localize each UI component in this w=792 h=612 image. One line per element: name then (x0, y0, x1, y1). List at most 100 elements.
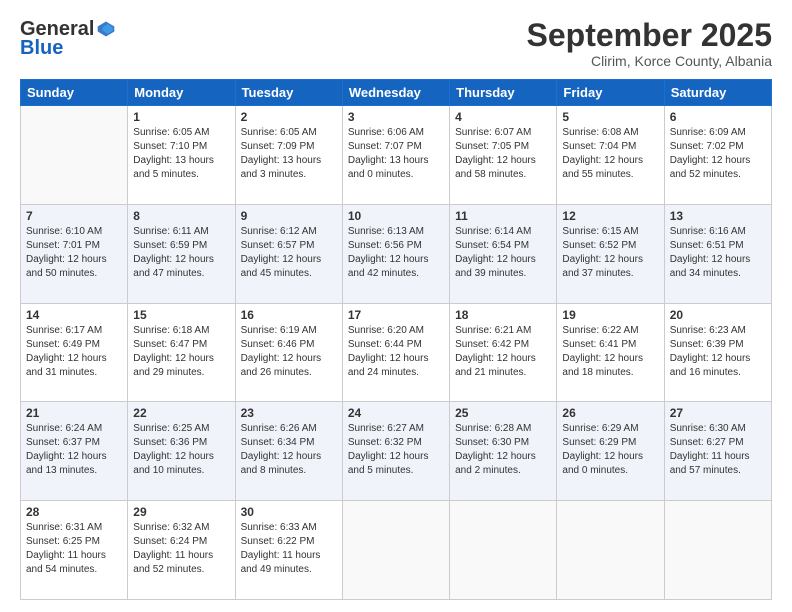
page: General Blue September 2025 Clirim, Korc… (0, 0, 792, 612)
cell-content: Sunrise: 6:26 AMSunset: 6:34 PMDaylight:… (241, 422, 337, 478)
day-number: 28 (26, 505, 122, 519)
cell-content: Sunrise: 6:07 AMSunset: 7:05 PMDaylight:… (455, 126, 551, 182)
cell-content: Sunrise: 6:17 AMSunset: 6:49 PMDaylight:… (26, 324, 122, 380)
day-cell (557, 501, 664, 600)
day-cell: 16 Sunrise: 6:19 AMSunset: 6:46 PMDayligh… (235, 303, 342, 402)
day-number: 18 (455, 308, 551, 322)
cell-content: Sunrise: 6:23 AMSunset: 6:39 PMDaylight:… (670, 324, 766, 380)
cell-content: Sunrise: 6:16 AMSunset: 6:51 PMDaylight:… (670, 225, 766, 281)
location-title: Clirim, Korce County, Albania (527, 53, 772, 69)
day-number: 27 (670, 406, 766, 420)
cell-content: Sunrise: 6:05 AMSunset: 7:09 PMDaylight:… (241, 126, 337, 182)
day-number: 24 (348, 406, 444, 420)
cell-content: Sunrise: 6:32 AMSunset: 6:24 PMDaylight:… (133, 521, 229, 577)
day-cell: 21 Sunrise: 6:24 AMSunset: 6:37 PMDayligh… (21, 402, 128, 501)
day-cell (450, 501, 557, 600)
day-cell: 10 Sunrise: 6:13 AMSunset: 6:56 PMDayligh… (342, 204, 449, 303)
cell-content: Sunrise: 6:14 AMSunset: 6:54 PMDaylight:… (455, 225, 551, 281)
day-number: 23 (241, 406, 337, 420)
day-number: 14 (26, 308, 122, 322)
cell-content: Sunrise: 6:11 AMSunset: 6:59 PMDaylight:… (133, 225, 229, 281)
day-header-monday: Monday (128, 80, 235, 106)
day-cell: 12Sunrise: 6:15 AMSunset: 6:52 PMDayligh… (557, 204, 664, 303)
day-cell: 8 Sunrise: 6:11 AMSunset: 6:59 PMDaylight… (128, 204, 235, 303)
day-cell: 3 Sunrise: 6:06 AMSunset: 7:07 PMDaylight… (342, 106, 449, 205)
day-number: 16 (241, 308, 337, 322)
day-number: 30 (241, 505, 337, 519)
cell-content: Sunrise: 6:20 AMSunset: 6:44 PMDaylight:… (348, 324, 444, 380)
day-number: 25 (455, 406, 551, 420)
day-number: 26 (562, 406, 658, 420)
day-cell: 24 Sunrise: 6:27 AMSunset: 6:32 PMDayligh… (342, 402, 449, 501)
day-cell: 17Sunrise: 6:20 AMSunset: 6:44 PMDayligh… (342, 303, 449, 402)
day-cell (342, 501, 449, 600)
week-row-4: 21 Sunrise: 6:24 AMSunset: 6:37 PMDayligh… (21, 402, 772, 501)
day-cell: 11 Sunrise: 6:14 AMSunset: 6:54 PMDayligh… (450, 204, 557, 303)
logo: General Blue (20, 18, 116, 60)
day-cell: 13 Sunrise: 6:16 AMSunset: 6:51 PMDayligh… (664, 204, 771, 303)
day-number: 11 (455, 209, 551, 223)
day-cell: 14 Sunrise: 6:17 AMSunset: 6:49 PMDayligh… (21, 303, 128, 402)
day-number: 13 (670, 209, 766, 223)
cell-content: Sunrise: 6:09 AMSunset: 7:02 PMDaylight:… (670, 126, 766, 182)
day-header-friday: Friday (557, 80, 664, 106)
day-number: 8 (133, 209, 229, 223)
day-number: 5 (562, 110, 658, 124)
header-row: SundayMondayTuesdayWednesdayThursdayFrid… (21, 80, 772, 106)
cell-content: Sunrise: 6:30 AMSunset: 6:27 PMDaylight:… (670, 422, 766, 478)
day-number: 9 (241, 209, 337, 223)
day-number: 2 (241, 110, 337, 124)
day-number: 3 (348, 110, 444, 124)
day-cell: 26Sunrise: 6:29 AMSunset: 6:29 PMDayligh… (557, 402, 664, 501)
day-cell: 22Sunrise: 6:25 AMSunset: 6:36 PMDayligh… (128, 402, 235, 501)
calendar-table: SundayMondayTuesdayWednesdayThursdayFrid… (20, 79, 772, 600)
day-cell: 6 Sunrise: 6:09 AMSunset: 7:02 PMDaylight… (664, 106, 771, 205)
day-cell: 9Sunrise: 6:12 AMSunset: 6:57 PMDaylight… (235, 204, 342, 303)
day-number: 20 (670, 308, 766, 322)
day-cell: 1Sunrise: 6:05 AMSunset: 7:10 PMDaylight… (128, 106, 235, 205)
day-cell (21, 106, 128, 205)
cell-content: Sunrise: 6:24 AMSunset: 6:37 PMDaylight:… (26, 422, 122, 478)
day-header-thursday: Thursday (450, 80, 557, 106)
day-cell: 5 Sunrise: 6:08 AMSunset: 7:04 PMDaylight… (557, 106, 664, 205)
cell-content: Sunrise: 6:25 AMSunset: 6:36 PMDaylight:… (133, 422, 229, 478)
logo-blue-text: Blue (20, 37, 63, 60)
day-number: 15 (133, 308, 229, 322)
cell-content: Sunrise: 6:13 AMSunset: 6:56 PMDaylight:… (348, 225, 444, 281)
day-number: 10 (348, 209, 444, 223)
day-number: 6 (670, 110, 766, 124)
day-cell (664, 501, 771, 600)
day-cell: 20 Sunrise: 6:23 AMSunset: 6:39 PMDayligh… (664, 303, 771, 402)
week-row-2: 7Sunrise: 6:10 AMSunset: 7:01 PMDaylight… (21, 204, 772, 303)
day-header-tuesday: Tuesday (235, 80, 342, 106)
cell-content: Sunrise: 6:33 AMSunset: 6:22 PMDaylight:… (241, 521, 337, 577)
cell-content: Sunrise: 6:15 AMSunset: 6:52 PMDaylight:… (562, 225, 658, 281)
week-row-1: 1Sunrise: 6:05 AMSunset: 7:10 PMDaylight… (21, 106, 772, 205)
day-cell: 18 Sunrise: 6:21 AMSunset: 6:42 PMDayligh… (450, 303, 557, 402)
cell-content: Sunrise: 6:19 AMSunset: 6:46 PMDaylight:… (241, 324, 337, 380)
cell-content: Sunrise: 6:06 AMSunset: 7:07 PMDaylight:… (348, 126, 444, 182)
day-cell: 30 Sunrise: 6:33 AMSunset: 6:22 PMDayligh… (235, 501, 342, 600)
logo-icon (96, 19, 116, 39)
day-number: 21 (26, 406, 122, 420)
day-header-sunday: Sunday (21, 80, 128, 106)
cell-content: Sunrise: 6:05 AMSunset: 7:10 PMDaylight:… (133, 126, 229, 182)
day-header-saturday: Saturday (664, 80, 771, 106)
cell-content: Sunrise: 6:08 AMSunset: 7:04 PMDaylight:… (562, 126, 658, 182)
cell-content: Sunrise: 6:21 AMSunset: 6:42 PMDaylight:… (455, 324, 551, 380)
day-cell: 27 Sunrise: 6:30 AMSunset: 6:27 PMDayligh… (664, 402, 771, 501)
day-cell: 15Sunrise: 6:18 AMSunset: 6:47 PMDayligh… (128, 303, 235, 402)
cell-content: Sunrise: 6:27 AMSunset: 6:32 PMDaylight:… (348, 422, 444, 478)
day-cell: 7Sunrise: 6:10 AMSunset: 7:01 PMDaylight… (21, 204, 128, 303)
day-number: 4 (455, 110, 551, 124)
day-cell: 2 Sunrise: 6:05 AMSunset: 7:09 PMDaylight… (235, 106, 342, 205)
month-title: September 2025 (527, 18, 772, 53)
day-cell: 19Sunrise: 6:22 AMSunset: 6:41 PMDayligh… (557, 303, 664, 402)
day-number: 29 (133, 505, 229, 519)
header: General Blue September 2025 Clirim, Korc… (20, 18, 772, 69)
day-cell: 4 Sunrise: 6:07 AMSunset: 7:05 PMDaylight… (450, 106, 557, 205)
title-area: September 2025 Clirim, Korce County, Alb… (527, 18, 772, 69)
cell-content: Sunrise: 6:22 AMSunset: 6:41 PMDaylight:… (562, 324, 658, 380)
cell-content: Sunrise: 6:31 AMSunset: 6:25 PMDaylight:… (26, 521, 122, 577)
day-cell: 29 Sunrise: 6:32 AMSunset: 6:24 PMDayligh… (128, 501, 235, 600)
